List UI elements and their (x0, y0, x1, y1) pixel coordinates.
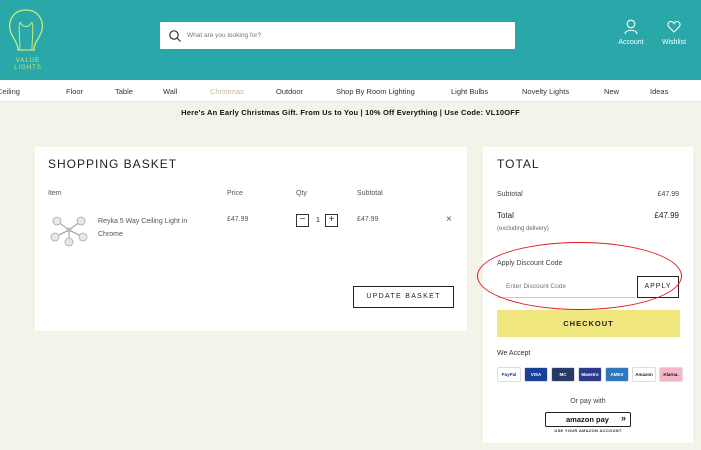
nav-item-new[interactable]: New (604, 87, 619, 96)
promo-banner[interactable]: Here's An Early Christmas Gift. From Us … (0, 108, 701, 117)
search-bar[interactable] (160, 22, 515, 49)
nav-item-outdoor[interactable]: Outdoor (276, 87, 303, 96)
wishlist-button[interactable]: Wishlist (654, 19, 694, 46)
account-button[interactable]: Account (611, 19, 651, 46)
column-header-item: Item (48, 190, 62, 197)
or-pay-with-label: Or pay with (570, 398, 606, 405)
site-header: VALUE LIGHTS Account Wishlist (0, 0, 701, 80)
nav-item-novelty-lights[interactable]: Novelty Lights (522, 87, 569, 96)
highlight-annotation (477, 242, 682, 310)
total-title: TOTAL (497, 157, 540, 171)
subtotal-label: Subtotal (497, 191, 523, 198)
nav-item-ceiling[interactable]: Ceiling (0, 87, 20, 96)
nav-item-wall[interactable]: Wall (163, 87, 177, 96)
user-icon (624, 19, 638, 35)
amazon-card-icon: Amazon (632, 367, 656, 382)
remove-item-icon[interactable]: × (446, 214, 452, 225)
wishlist-label: Wishlist (661, 39, 687, 46)
amex-icon: AMEX (605, 367, 629, 382)
product-name[interactable]: Reyka 5 Way Ceiling Light in Chrome (98, 215, 208, 241)
qty-increase-button[interactable]: + (325, 214, 338, 227)
delivery-note: (excluding delivery) (497, 226, 549, 232)
amazon-pay-subtext: USE YOUR AMAZON ACCOUNT (554, 428, 622, 433)
column-header-qty: Qty (296, 190, 307, 197)
klarna-icon: Klarna. (659, 367, 683, 382)
checkout-button[interactable]: CHECKOUT (497, 310, 680, 337)
amazon-pay-label: amazon pay (566, 415, 609, 424)
main-nav: Ceiling Floor Table Wall Christmas Outdo… (0, 80, 701, 102)
visa-icon: VISA (524, 367, 548, 382)
maestro-icon: Maestro (578, 367, 602, 382)
qty-value[interactable]: 1 (314, 217, 322, 224)
product-thumbnail[interactable] (49, 213, 89, 247)
nav-item-christmas[interactable]: Christmas (210, 87, 244, 96)
column-header-subtotal: Subtotal (357, 190, 383, 197)
basket-title: SHOPPING BASKET (48, 157, 178, 171)
we-accept-label: We Accept (497, 350, 531, 357)
line-subtotal: £47.99 (357, 216, 379, 223)
total-label: Total (497, 211, 514, 220)
paypal-icon: PayPal (497, 367, 521, 382)
nav-item-light-bulbs[interactable]: Light Bulbs (451, 87, 488, 96)
update-basket-button[interactable]: UPDATE BASKET (353, 286, 454, 308)
search-input[interactable] (187, 32, 487, 39)
chevron-right-icon: » (620, 413, 626, 423)
nav-item-shop-by-room[interactable]: Shop By Room Lighting (336, 87, 415, 96)
shopping-basket-panel: SHOPPING BASKET Item Price Qty Subtotal … (35, 147, 467, 331)
logo-text: VALUE LIGHTS (14, 58, 42, 71)
mastercard-icon: MC (551, 367, 575, 382)
total-value: £47.99 (654, 211, 679, 220)
qty-decrease-button[interactable]: − (296, 214, 309, 227)
column-header-price: Price (227, 190, 243, 197)
subtotal-value: £47.99 (657, 191, 679, 198)
search-icon[interactable] (168, 29, 182, 43)
product-price: £47.99 (227, 216, 249, 223)
amazon-pay-button[interactable]: amazon pay » (545, 412, 631, 427)
nav-item-floor[interactable]: Floor (66, 87, 83, 96)
order-total-panel: TOTAL Subtotal £47.99 Total £47.99 (excl… (477, 147, 693, 443)
heart-icon (667, 20, 681, 33)
nav-item-table[interactable]: Table (115, 87, 133, 96)
account-label: Account (618, 39, 644, 46)
payment-cards: PayPal VISA MC Maestro AMEX Amazon Klarn… (497, 367, 683, 382)
nav-item-ideas[interactable]: Ideas (650, 87, 668, 96)
